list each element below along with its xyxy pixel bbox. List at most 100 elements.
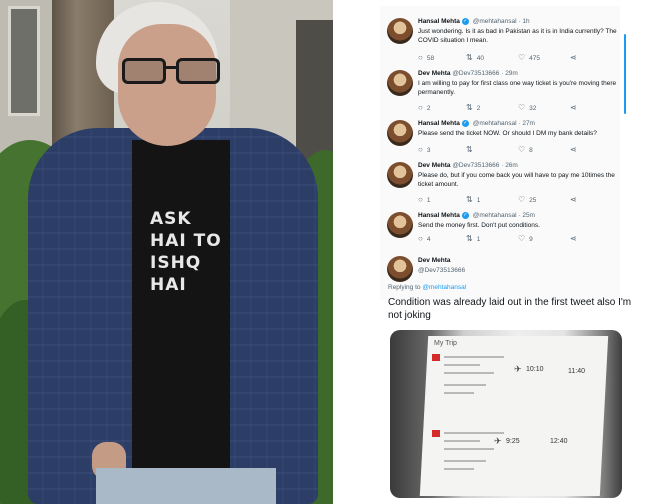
like-count: 475	[529, 54, 541, 62]
tweet[interactable]: Hansal Mehta ✓ @mehtahansal · 27m Please …	[380, 116, 620, 162]
share-button[interactable]: ⋖	[570, 54, 577, 62]
author-name[interactable]: Dev Mehta	[418, 162, 451, 169]
retweet-button[interactable]: ⇅ 2	[466, 104, 480, 112]
replying-to-handle[interactable]: @mehtahansal	[422, 284, 466, 291]
like-button[interactable]: ♡ 8	[518, 146, 533, 154]
tweet[interactable]: Hansal Mehta ✓ @mehtahansal · 25m Send th…	[380, 208, 620, 252]
author-handle: @Dev73513666	[418, 267, 466, 274]
reply-icon: ○	[418, 234, 423, 243]
retweet-count: 1	[476, 235, 481, 243]
share-icon: ⋖	[570, 103, 577, 112]
plane-icon: ✈	[494, 436, 502, 446]
retweet-count: 40	[476, 54, 484, 62]
author-handle: @Dev73513666	[452, 70, 500, 77]
retweet-icon: ⇅	[466, 103, 473, 112]
reply-icon: ○	[418, 103, 423, 112]
tweet-actions: ○ 58 ⇅ 40 ♡ 475 ⋖	[418, 54, 618, 64]
tweet-text: I am willing to pay for first class one …	[418, 80, 617, 96]
share-button[interactable]: ⋖	[570, 235, 577, 243]
avatar[interactable]	[387, 120, 413, 146]
tweet[interactable]: Hansal Mehta ✓ @mehtahansal · 1h Just won…	[380, 14, 620, 68]
avatar[interactable]	[387, 18, 413, 44]
heart-icon: ♡	[518, 103, 526, 112]
heart-icon: ♡	[518, 234, 526, 243]
replying-to: Replying to @mehtahansal	[388, 284, 466, 291]
jeans	[96, 468, 276, 504]
retweet-button[interactable]: ⇅	[466, 146, 477, 154]
reply-text: Condition was already laid out in the fi…	[388, 297, 632, 321]
tweet-header: Hansal Mehta ✓ @mehtahansal · 27m	[418, 120, 535, 127]
avatar[interactable]	[387, 162, 413, 188]
plane-icon: ✈	[514, 364, 522, 374]
airline-flag-icon	[432, 430, 440, 437]
share-icon: ⋖	[570, 234, 577, 243]
author-handle: @Dev73513666	[452, 162, 500, 169]
eyeglasses	[122, 58, 222, 86]
retweet-button[interactable]: ⇅ 1	[466, 235, 480, 243]
reply-button[interactable]: ○ 1	[418, 196, 430, 204]
reply-icon: ○	[418, 145, 423, 154]
avatar[interactable]	[387, 70, 413, 96]
reply-tweet-header[interactable]: Dev Mehta @Dev73513666	[380, 254, 620, 284]
depart-time: 9:25	[506, 438, 520, 445]
avatar[interactable]	[387, 256, 413, 282]
retweet-button[interactable]: ⇅ 40	[466, 54, 484, 62]
retweet-count: 1	[476, 196, 481, 204]
tweet-image[interactable]: My Trip ✈ 10:10 11:40 ✈ 9:25 12:40	[390, 330, 622, 498]
reply-button[interactable]: ○ 58	[418, 54, 434, 62]
heart-icon: ♡	[518, 53, 526, 62]
verified-badge-icon: ✓	[461, 120, 469, 127]
retweet-icon: ⇅	[466, 234, 473, 243]
author-name[interactable]: Hansal Mehta	[418, 120, 460, 127]
scrollbar[interactable]	[624, 34, 626, 114]
tweet-text: Send the money first. Don't put conditio…	[418, 222, 540, 229]
like-button[interactable]: ♡ 32	[518, 104, 536, 112]
heart-icon: ♡	[518, 195, 526, 204]
author-name[interactable]: Dev Mehta	[418, 70, 451, 77]
tweet-thread: Hansal Mehta ✓ @mehtahansal · 1h Just won…	[380, 6, 620, 300]
arrive-time: 12:40	[550, 438, 568, 445]
like-count: 9	[529, 235, 533, 243]
reply-count: 2	[426, 104, 431, 112]
author-name[interactable]: Dev Mehta	[418, 257, 451, 264]
reply-button[interactable]: ○ 2	[418, 104, 430, 112]
retweet-icon: ⇅	[466, 195, 473, 204]
black-tshirt	[132, 140, 230, 504]
flight-segment: ✈ 10:10 11:40	[432, 352, 602, 416]
tweet-actions: ○ 4 ⇅ 1 ♡ 9 ⋖	[418, 235, 618, 245]
tweet-header: Hansal Mehta ✓ @mehtahansal · 25m	[418, 212, 535, 219]
share-button[interactable]: ⋖	[570, 196, 577, 204]
reply-icon: ○	[418, 53, 423, 62]
reply-button[interactable]: ○ 4	[418, 235, 430, 243]
retweet-icon: ⇅	[466, 145, 473, 154]
share-button[interactable]: ⋖	[570, 104, 577, 112]
reply-author: Dev Mehta	[418, 257, 451, 264]
author-name[interactable]: Hansal Mehta	[418, 18, 460, 25]
share-icon: ⋖	[570, 195, 577, 204]
tweet[interactable]: Dev Mehta @Dev73513666 · 29m I am willin…	[380, 66, 620, 118]
like-button[interactable]: ♡ 475	[518, 54, 540, 62]
tweet[interactable]: Dev Mehta @Dev73513666 · 26m Please do, …	[380, 158, 620, 210]
share-button[interactable]: ⋖	[570, 146, 577, 154]
replying-to-label: Replying to	[388, 284, 421, 291]
share-icon: ⋖	[570, 145, 577, 154]
reply-count: 1	[426, 196, 431, 204]
arrive-time: 11:40	[568, 368, 585, 375]
verified-badge-icon: ✓	[461, 18, 469, 25]
verified-badge-icon: ✓	[461, 212, 469, 219]
reply-button[interactable]: ○ 3	[418, 146, 430, 154]
twitter-thread-panel: Hansal Mehta ✓ @mehtahansal · 1h Just won…	[333, 0, 665, 504]
tweet-text: Please do, but if you come back you will…	[418, 172, 615, 188]
tshirt-print: ASK HAI TO ISHQ HAI	[150, 209, 222, 295]
like-button[interactable]: ♡ 25	[518, 196, 536, 204]
tweet-header: Dev Mehta @Dev73513666 · 26m	[418, 162, 518, 169]
portrait-photo: ASK HAI TO ISHQ HAI	[0, 0, 333, 504]
author-handle: @mehtahansal	[472, 212, 517, 220]
tweet-text: Please send the ticket NOW. Or should I …	[418, 130, 597, 137]
avatar[interactable]	[387, 212, 413, 238]
reply-count: 58	[426, 54, 435, 62]
like-button[interactable]: ♡ 9	[518, 235, 533, 243]
author-name[interactable]: Hansal Mehta	[418, 212, 460, 219]
retweet-button[interactable]: ⇅ 1	[466, 196, 480, 204]
author-handle: @mehtahansal	[472, 120, 517, 128]
